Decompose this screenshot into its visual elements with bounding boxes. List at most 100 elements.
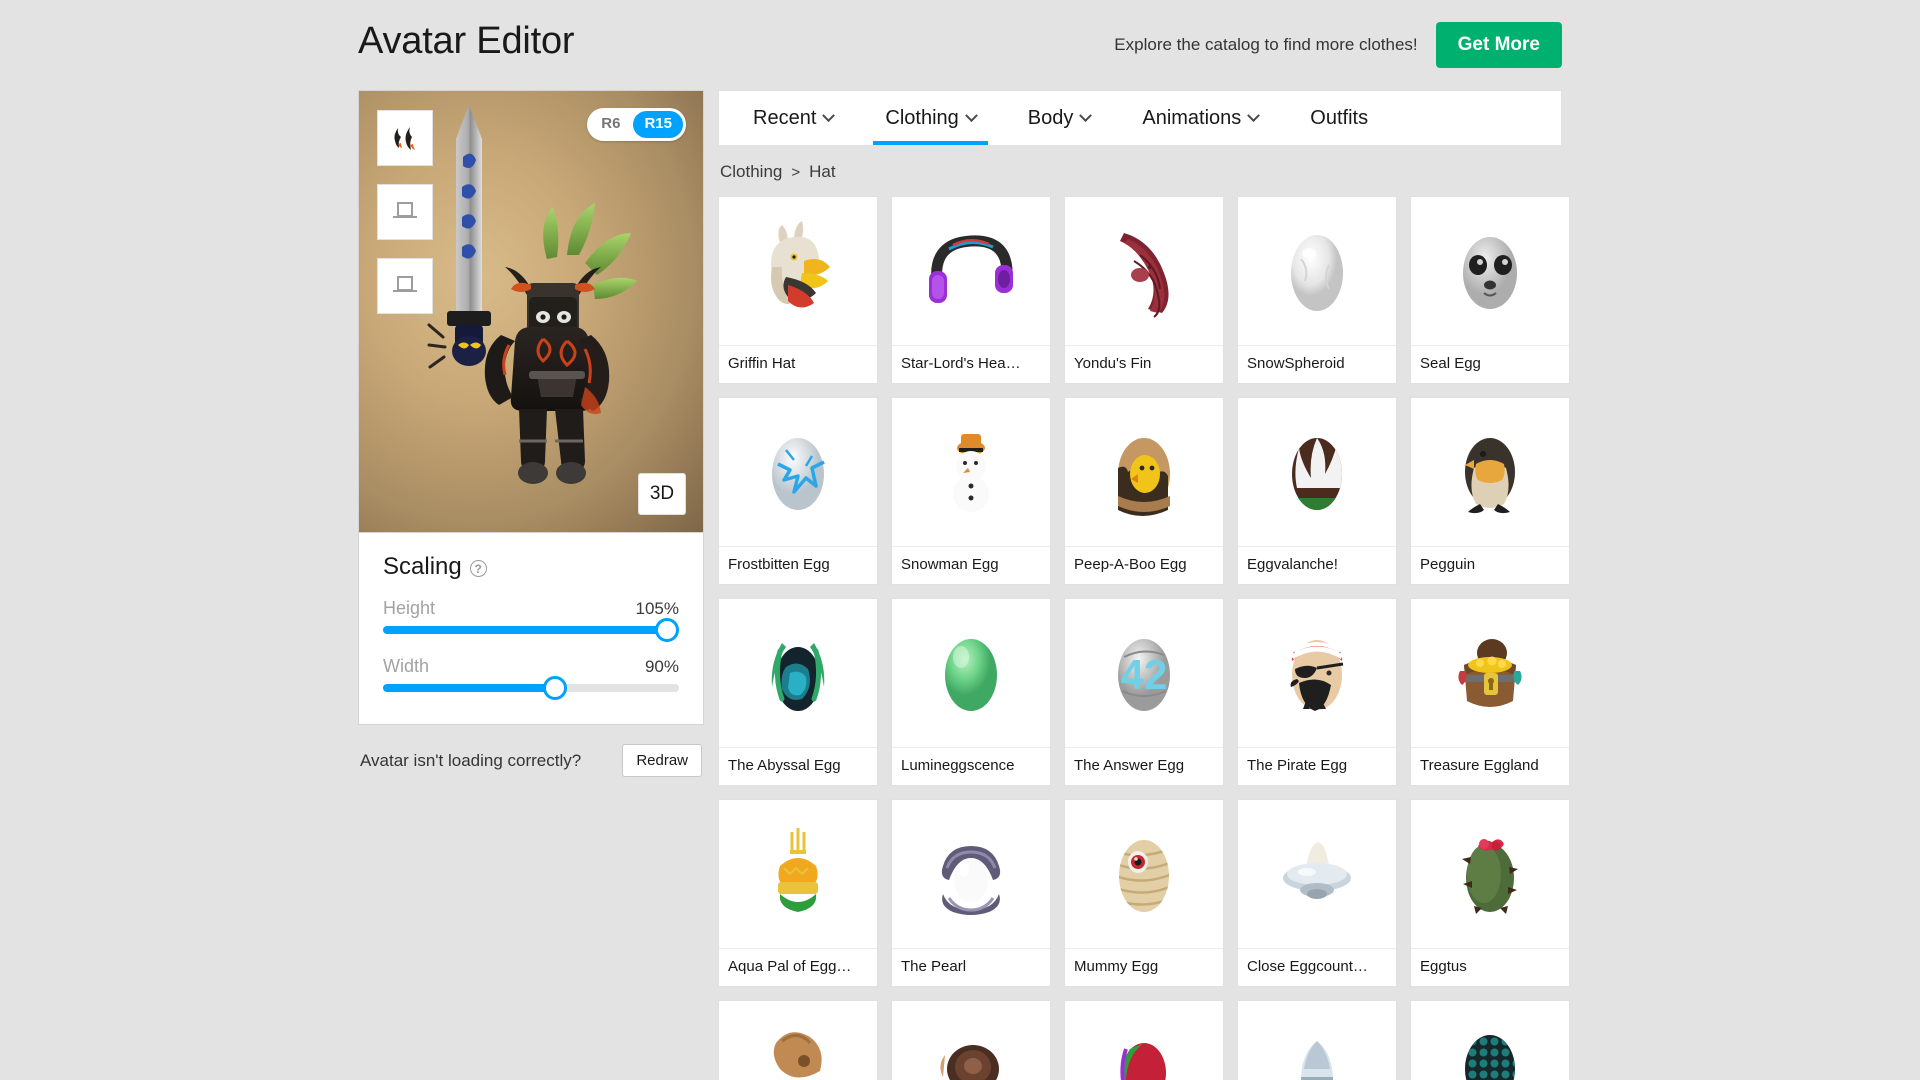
item-card-partial-1[interactable] [718,1000,878,1080]
answer-egg-icon: 42 [1118,639,1170,711]
item-label: Peep-A-Boo Egg [1065,546,1223,584]
tab-body-label: Body [1027,106,1074,129]
item-card-lumineggscence[interactable]: Lumineggscence [891,598,1051,786]
tab-animations[interactable]: Animations [1116,91,1284,145]
item-card-peep-a-boo-egg[interactable]: Peep-A-Boo Egg [1064,397,1224,585]
header-actions: Explore the catalog to find more clothes… [1114,22,1562,68]
item-label: Pegguin [1411,546,1569,584]
width-slider-labels: Width 90% [383,656,679,677]
rig-option-r6[interactable]: R6 [590,111,631,138]
eggvalanche-icon [1292,438,1342,510]
height-slider-row: Height 105% [383,598,680,642]
item-card-partial-5[interactable] [1410,1000,1570,1080]
avatar-column: R6 R15 3D Scaling ? Height 105% Width 90… [358,90,704,777]
chevron-down-icon [964,108,978,122]
item-card-eggvalanche[interactable]: Eggvalanche! [1237,397,1397,585]
avatar-preview[interactable]: R6 R15 3D [358,90,704,532]
item-card-the-pirate-egg[interactable]: The Pirate Egg [1237,598,1397,786]
tab-recent[interactable]: Recent [727,91,859,145]
lumineggscence-icon [945,639,997,711]
snowspheroid-icon [1291,235,1343,311]
snowman-egg-icon [953,434,989,512]
aqua-pal-egg-icon [778,828,818,912]
tab-clothing-label: Clothing [885,106,959,129]
pearl-icon [941,846,1001,915]
tab-clothing[interactable]: Clothing [859,91,1001,145]
equipped-slot-empty-1[interactable] [377,184,433,240]
equipped-slot-empty-2[interactable] [377,258,433,314]
item-label: The Answer Egg [1065,747,1223,785]
item-thumbnail [1238,599,1396,747]
question-mark-icon[interactable]: ? [469,560,487,577]
tab-body[interactable]: Body [1002,91,1117,145]
item-thumbnail [1411,599,1569,747]
page-header: Avatar Editor Explore the catalog to fin… [358,12,1562,80]
rig-type-toggle[interactable]: R6 R15 [587,108,686,141]
tab-outfits[interactable]: Outfits [1284,91,1394,145]
item-label: Eggvalanche! [1238,546,1396,584]
chevron-down-icon [822,108,836,122]
width-slider-row: Width 90% [383,656,679,700]
item-card-close-eggcounters[interactable]: Close Eggcount… [1237,799,1397,987]
height-slider-knob[interactable] [655,618,680,642]
item-card-treasure-eggland[interactable]: Treasure Eggland [1410,598,1570,786]
view-mode-3d-button[interactable]: 3D [638,473,686,515]
item-card-aqua-pal-of-eggland[interactable]: Aqua Pal of Egg… [718,799,878,987]
scaling-title: Scaling [383,553,462,580]
hat-placeholder-icon [393,276,417,292]
item-card-partial-4[interactable] [1237,1000,1397,1080]
breadcrumb: Clothing > Hat [718,146,1562,196]
height-slider-track[interactable] [383,618,680,642]
item-card-eggtus[interactable]: Eggtus [1410,799,1570,987]
item-card-mummy-egg[interactable]: Mummy Egg [1064,799,1224,987]
beachball-egg-icon [1120,1043,1166,1080]
item-thumbnail [892,800,1050,948]
item-thumbnail [1238,1001,1396,1080]
item-label: Lumineggscence [892,747,1050,785]
width-slider-knob[interactable] [542,676,567,700]
item-card-griffin-hat[interactable]: Griffin Hat [718,196,878,384]
item-label: Yondu's Fin [1065,345,1223,383]
item-thumbnail [1411,197,1569,345]
item-thumbnail [1065,398,1223,546]
rig-option-r15[interactable]: R15 [633,111,683,138]
item-label: Star-Lord's Hea… [892,345,1050,383]
item-card-yondus-fin[interactable]: Yondu's Fin [1064,196,1224,384]
item-label: Eggtus [1411,948,1569,986]
item-card-frostbitten-egg[interactable]: Frostbitten Egg [718,397,878,585]
width-slider-track[interactable] [383,676,679,700]
item-label: Snowman Egg [892,546,1050,584]
item-card-snowman-egg[interactable]: Snowman Egg [891,397,1051,585]
mummy-egg-icon [1119,840,1169,912]
item-card-the-abyssal-egg[interactable]: The Abyssal Egg [718,598,878,786]
item-card-partial-3[interactable] [1064,1000,1224,1080]
seal-egg-icon [1463,237,1517,309]
item-card-pegguin[interactable]: Pegguin [1410,397,1570,585]
item-label: Treasure Eggland [1411,747,1569,785]
item-thumbnail [719,398,877,546]
yondus-fin-icon [1120,233,1169,318]
item-thumbnail [1411,800,1569,948]
dino-egg-icon [773,1032,822,1078]
tab-outfits-label: Outfits [1310,106,1369,129]
item-card-snowspheroid[interactable]: SnowSpheroid [1237,196,1397,384]
peep-a-boo-egg-icon [1118,438,1170,516]
item-card-the-pearl[interactable]: The Pearl [891,799,1051,987]
breadcrumb-root[interactable]: Clothing [720,162,782,182]
rocket-egg-icon [1301,1041,1333,1080]
redraw-button[interactable]: Redraw [622,744,702,777]
width-slider-label: Width [383,656,430,676]
item-label: Aqua Pal of Egg… [719,948,877,986]
height-slider-label: Height [383,598,436,618]
width-slider-fill [383,684,555,692]
item-card-seal-egg[interactable]: Seal Egg [1410,196,1570,384]
width-slider-value: 90% [644,657,679,676]
item-card-partial-2[interactable] [891,1000,1051,1080]
item-thumbnail [1238,800,1396,948]
item-card-the-answer-egg[interactable]: 42 The Answer Egg [1064,598,1224,786]
equipped-slot-flame-horns[interactable] [377,110,433,166]
get-more-button[interactable]: Get More [1435,22,1562,68]
item-card-star-lords-headphones[interactable]: Star-Lord's Hea… [891,196,1051,384]
item-thumbnail: 42 [1065,599,1223,747]
item-thumbnail [719,599,877,747]
